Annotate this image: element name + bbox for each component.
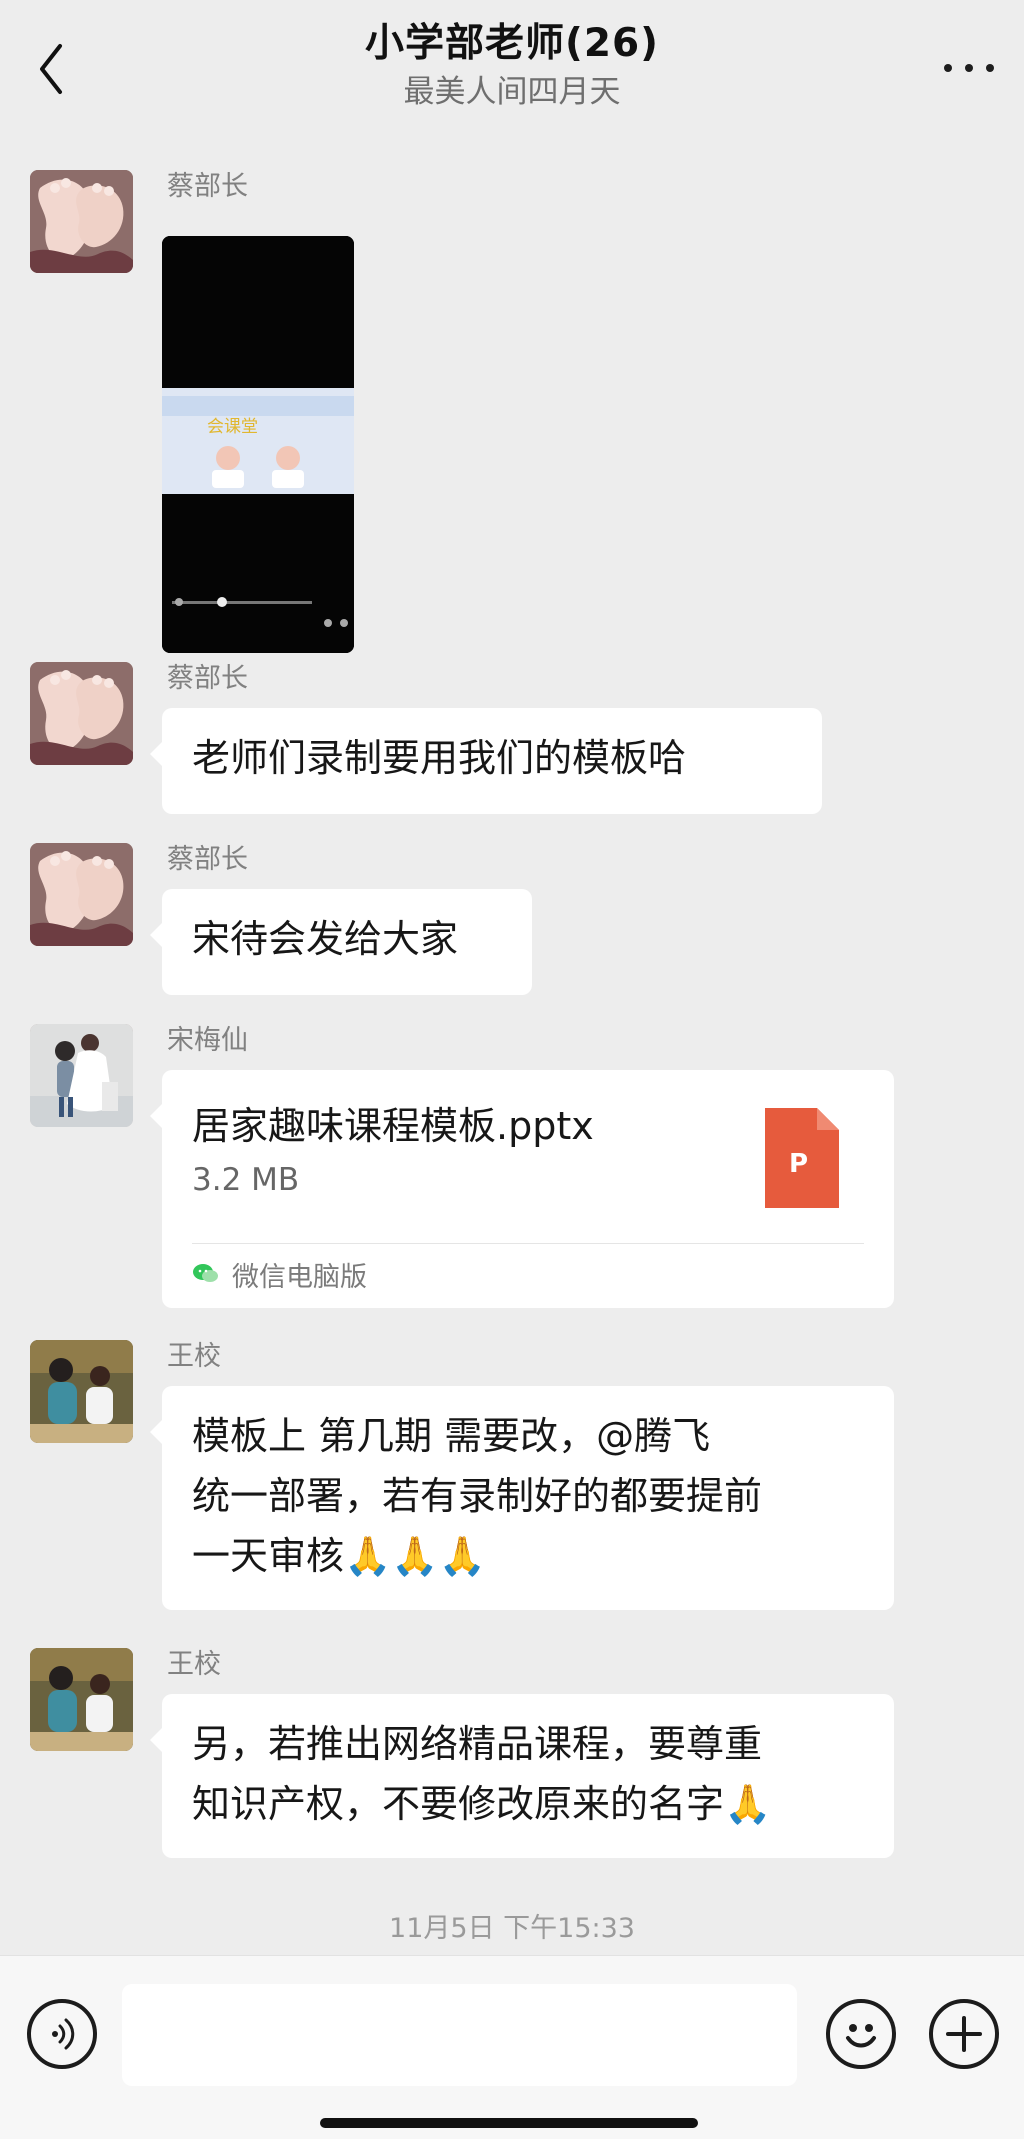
message-timestamp: 11月5日 下午15:33	[389, 1913, 635, 1944]
chevron-left-icon	[40, 44, 62, 94]
bubble-pointer	[150, 1728, 162, 1752]
more-dot-icon	[944, 64, 952, 72]
video-message[interactable]: 会课堂	[162, 236, 354, 653]
baby-feet-avatar-image	[30, 843, 133, 946]
file-source-label: 微信电脑版	[232, 1261, 367, 1293]
text-message-bubble[interactable]: 老师们录制要用我们的模板哈	[150, 708, 822, 814]
back-button[interactable]	[24, 34, 80, 104]
message-line: 模板上 第几期 需要改，@腾飞	[192, 1414, 711, 1458]
voice-icon	[52, 2018, 75, 2050]
file-type-letter: P	[789, 1149, 808, 1179]
message-line: 一天审核🙏🙏🙏	[192, 1534, 486, 1578]
message-item: 王校 另，若推出网络精品课程，要尊重 知识产权，不要修改原来的名字🙏	[30, 1648, 960, 1858]
bubble-pointer	[150, 1104, 162, 1128]
text-message-bubble[interactable]: 宋待会发给大家	[150, 889, 532, 995]
more-button[interactable]	[942, 43, 998, 81]
home-indicator	[320, 2118, 698, 2128]
sender-name: 蔡部长	[167, 663, 248, 694]
emoji-button[interactable]	[826, 1999, 896, 2069]
message-text: 宋待会发给大家	[192, 917, 459, 961]
message-item: 蔡部长 老师们录制要用我们的模板哈	[30, 662, 960, 814]
baby-feet-avatar-image	[30, 170, 133, 273]
message-item: 王校 模板上 第几期 需要改，@腾飞 统一部署，若有录制好的都要提前 一天审核🙏…	[30, 1340, 960, 1610]
avatar[interactable]	[30, 1024, 133, 1127]
chat-header: 小学部老师(26) 最美人间四月天	[0, 0, 1024, 148]
file-divider	[192, 1243, 864, 1244]
message-input[interactable]	[122, 1984, 797, 2086]
message-line: 知识产权，不要修改原来的名字🙏	[192, 1782, 772, 1826]
message-item: 蔡部长 会课堂	[30, 170, 960, 670]
avatar[interactable]	[30, 662, 133, 765]
video-thumbnail: 会课堂	[162, 236, 354, 653]
message-composer	[0, 1955, 1024, 2139]
emoji-icon	[846, 2024, 876, 2048]
avatar[interactable]	[30, 1340, 133, 1443]
bubble-pointer	[150, 1420, 162, 1444]
avatar[interactable]	[30, 170, 133, 273]
message-line: 另，若推出网络精品课程，要尊重	[192, 1722, 763, 1766]
voice-button[interactable]	[27, 1999, 97, 2069]
chat-subtitle: 最美人间四月天	[403, 74, 621, 110]
message-item: 宋梅仙 居家趣味课程模板.pptx 3.2 MB P 微信电脑版	[30, 1024, 960, 1324]
wechat-icon	[192, 1260, 220, 1288]
sender-name: 王校	[167, 1649, 221, 1680]
family-photo-avatar-image	[30, 1648, 133, 1751]
pptx-file-icon-graphic: P	[765, 1108, 839, 1208]
avatar[interactable]	[30, 843, 133, 946]
message-item: 蔡部长 宋待会发给大家	[30, 843, 960, 995]
message-list[interactable]: 蔡部长 会课堂 蔡部长 老师们录制要用我们的模板哈 蔡部长 宋待会发给大家 宋梅…	[0, 148, 1024, 1956]
message-line: 统一部署，若有录制好的都要提前	[192, 1474, 763, 1518]
text-message-bubble[interactable]: 另，若推出网络精品课程，要尊重 知识产权，不要修改原来的名字🙏	[150, 1694, 894, 1858]
pptx-file-icon: P	[765, 1108, 839, 1208]
more-dot-icon	[965, 64, 973, 72]
baby-feet-avatar-image	[30, 662, 133, 765]
file-name: 居家趣味课程模板.pptx	[192, 1104, 594, 1148]
avatar[interactable]	[30, 1648, 133, 1751]
text-message-bubble[interactable]: 模板上 第几期 需要改，@腾飞 统一部署，若有录制好的都要提前 一天审核🙏🙏🙏	[150, 1386, 894, 1610]
sender-name: 王校	[167, 1341, 221, 1372]
svg-text:会课堂: 会课堂	[207, 417, 258, 437]
family-photo-avatar-image	[30, 1340, 133, 1443]
bubble-pointer	[150, 923, 162, 947]
sender-name: 蔡部长	[167, 171, 248, 202]
sender-name: 宋梅仙	[167, 1025, 248, 1056]
plus-icon	[946, 2016, 982, 2052]
add-button[interactable]	[929, 1999, 999, 2069]
couple-photo-avatar-image	[30, 1024, 133, 1127]
message-text: 老师们录制要用我们的模板哈	[192, 736, 687, 780]
bubble-pointer	[150, 742, 162, 766]
file-size: 3.2 MB	[192, 1162, 300, 1198]
file-source: 微信电脑版	[192, 1253, 367, 1295]
more-dot-icon	[986, 64, 994, 72]
file-message-card[interactable]: 居家趣味课程模板.pptx 3.2 MB P 微信电脑版	[150, 1070, 894, 1308]
chat-screen: 小学部老师(26) 最美人间四月天 蔡部长 会课堂 蔡部长 老师们录制要用我们的…	[0, 0, 1024, 2139]
chat-title: 小学部老师(26)	[365, 21, 659, 66]
chat-title-area: 小学部老师(26) 最美人间四月天	[180, 14, 844, 112]
sender-name: 蔡部长	[167, 844, 248, 875]
